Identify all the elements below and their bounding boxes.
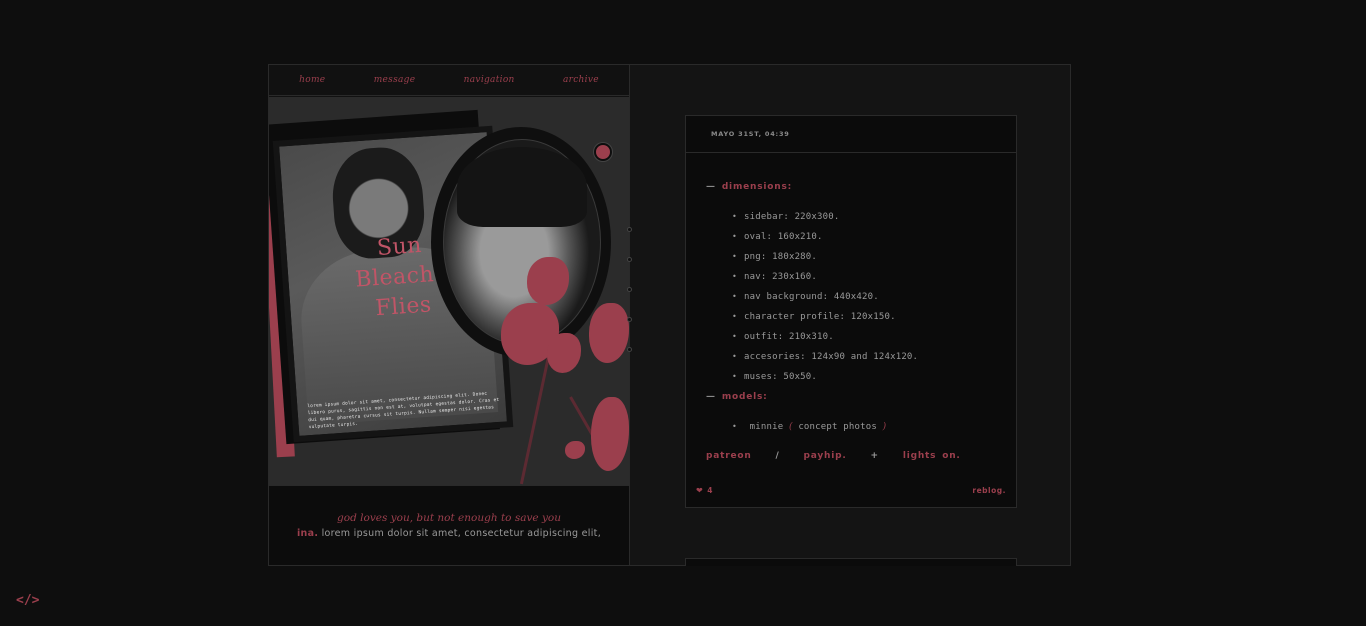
rose-bud xyxy=(565,441,585,459)
rose-stem xyxy=(519,346,552,485)
dimensions-list: sidebar: 220x300. oval: 160x210. png: 18… xyxy=(732,207,918,387)
rail-dot xyxy=(627,257,632,262)
list-item: accesories: 124x90 and 124x120. xyxy=(732,347,918,367)
theme-frame: home message navigation archive Sun Blea… xyxy=(268,64,1071,566)
models-list: minnie ( concept photos ) xyxy=(732,417,887,437)
quote-box: god loves you, but not enough to save yo… xyxy=(269,485,629,565)
sidebar: home message navigation archive Sun Blea… xyxy=(269,65,632,565)
text-post: MAYO 31ST, 04:39 —dimensions: sidebar: 2… xyxy=(685,115,1017,508)
list-item: outfit: 210x310. xyxy=(732,327,918,347)
accent-dot xyxy=(594,143,612,161)
bio-line: ina. lorem ipsum dolor sit amet, consect… xyxy=(269,528,629,539)
section-models: — models: xyxy=(706,392,768,402)
nav-message[interactable]: message xyxy=(374,75,416,85)
list-item: character profile: 120x150. xyxy=(732,307,918,327)
likes-count[interactable]: ❤ 4 xyxy=(696,486,713,495)
patreon-link[interactable]: patreon xyxy=(706,451,752,461)
bio-text: lorem ipsum dolor sit amet, consectetur … xyxy=(321,528,602,539)
nav-home[interactable]: home xyxy=(299,75,325,85)
sidebar-artwork: Sun Bleache Flies lorem ipsum dolor sit … xyxy=(269,97,629,485)
list-item: minnie ( concept photos ) xyxy=(732,417,887,437)
list-item: nav background: 440x420. xyxy=(732,287,918,307)
quote-text: god loves you, but not enough to save yo… xyxy=(337,512,561,524)
link-separator: + xyxy=(870,451,879,461)
link-separator: / xyxy=(775,451,780,461)
rail-dot xyxy=(627,317,632,322)
lights-on-link[interactable]: lights on. xyxy=(903,451,961,461)
list-item: oval: 160x210. xyxy=(732,227,918,247)
heart-icon: ❤ xyxy=(696,486,704,495)
reblog-button[interactable]: reblog. xyxy=(972,486,1006,495)
section-dimensions: — dimensions: xyxy=(706,182,793,192)
rail-dot xyxy=(627,287,632,292)
bio-name: ina. xyxy=(296,528,319,539)
payhip-link[interactable]: payhip. xyxy=(804,451,847,461)
post-links: patreon / payhip. + lights on. xyxy=(706,451,979,461)
rail-dot xyxy=(627,227,632,232)
oval-portrait-hair xyxy=(457,147,587,227)
list-item: sidebar: 220x300. xyxy=(732,207,918,227)
list-item: png: 180x280. xyxy=(732,247,918,267)
next-post xyxy=(685,558,1017,566)
list-item: muses: 50x50. xyxy=(732,367,918,387)
rose-flower xyxy=(547,333,581,373)
rail-dot xyxy=(627,347,632,352)
code-icon[interactable]: </> xyxy=(16,593,39,608)
post-footer: ❤ 4 reblog. xyxy=(696,486,1006,495)
nav-bar: home message navigation archive xyxy=(269,65,629,96)
rose-flower xyxy=(589,303,629,363)
rose-flower xyxy=(591,397,629,471)
nav-archive[interactable]: archive xyxy=(563,75,599,85)
list-item: nav: 230x160. xyxy=(732,267,918,287)
post-date[interactable]: MAYO 31ST, 04:39 xyxy=(686,116,1016,153)
nav-navigation[interactable]: navigation xyxy=(464,75,515,85)
